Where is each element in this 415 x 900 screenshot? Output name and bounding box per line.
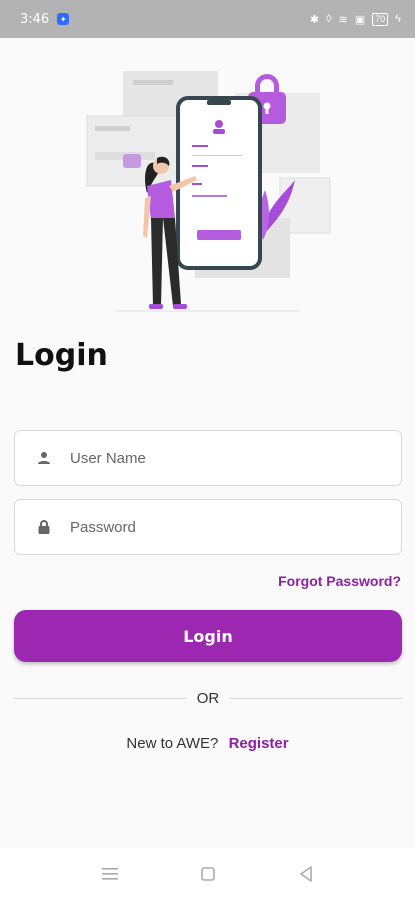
status-indicators: ✱ ◊ ≋ ▣ 70 ϟ (309, 12, 401, 26)
system-nav-bar (0, 848, 415, 900)
battery-icon: 70 (372, 12, 389, 26)
person-icon (35, 449, 53, 467)
bluetooth-icon: ✱ (309, 13, 320, 26)
password-input[interactable] (70, 518, 370, 536)
status-time: 3:46 (20, 11, 50, 27)
divider-line-right (230, 698, 402, 699)
password-field[interactable] (14, 499, 402, 555)
register-row: New to AWE? Register (0, 735, 415, 752)
home-square-icon[interactable] (199, 865, 217, 883)
username-field[interactable] (14, 430, 402, 486)
vibrate-icon: ◊ (326, 13, 332, 25)
or-divider: OR (14, 689, 402, 709)
status-bar: 3:46 ✦ ✱ ◊ ≋ ▣ 70 ϟ (0, 0, 415, 38)
page-title: Login (15, 338, 108, 373)
wifi-icon: ≋ (338, 13, 348, 26)
lock-icon (35, 518, 53, 536)
back-triangle-icon[interactable] (297, 865, 315, 883)
login-illustration (86, 71, 331, 312)
forgot-password-link[interactable]: Forgot Password? (278, 573, 401, 589)
charging-icon: ϟ (395, 13, 401, 25)
menu-icon[interactable] (101, 865, 119, 883)
register-link[interactable]: Register (229, 735, 289, 752)
app-notification-icon: ✦ (57, 13, 70, 25)
screen-icon: ▣ (354, 13, 366, 26)
login-button[interactable]: Login (14, 610, 402, 662)
register-question: New to AWE? (126, 735, 219, 752)
username-input[interactable] (70, 449, 370, 467)
